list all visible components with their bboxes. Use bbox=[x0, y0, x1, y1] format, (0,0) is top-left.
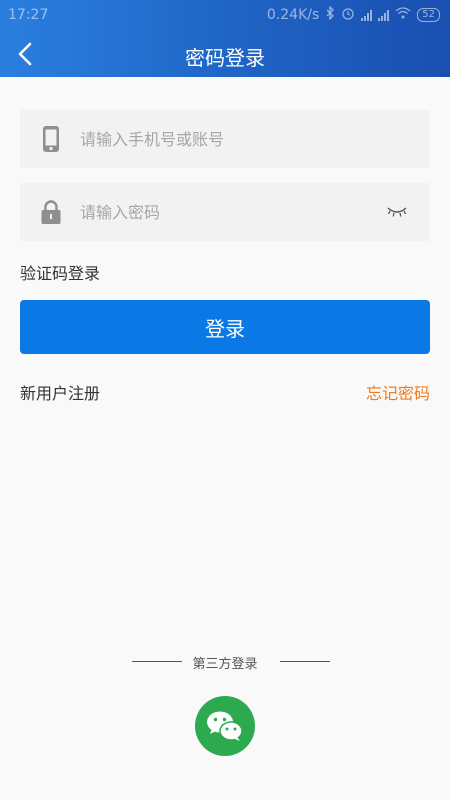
account-input[interactable] bbox=[80, 124, 380, 154]
signal-icon-1 bbox=[361, 9, 373, 21]
eye-closed-icon[interactable] bbox=[386, 205, 408, 219]
sms-login-link[interactable]: 验证码登录 bbox=[20, 260, 100, 284]
lock-icon bbox=[41, 200, 61, 224]
status-indicators: 0.24K/s 52 bbox=[266, 5, 440, 24]
wifi-icon bbox=[395, 7, 411, 23]
third-party-label: 第三方登录 bbox=[192, 657, 258, 672]
signal-icon-2 bbox=[378, 9, 390, 21]
wechat-icon bbox=[195, 696, 255, 756]
wechat-login-button[interactable] bbox=[195, 696, 255, 756]
login-button[interactable]: 登录 bbox=[20, 300, 430, 354]
account-field[interactable] bbox=[20, 110, 430, 168]
register-link[interactable]: 新用户注册 bbox=[20, 380, 100, 404]
password-input[interactable] bbox=[80, 197, 380, 227]
page-title: 密码登录 bbox=[185, 46, 265, 70]
bluetooth-icon bbox=[325, 5, 335, 24]
app-header: 密码登录 bbox=[0, 32, 450, 77]
status-bar: 17:27 0.24K/s 52 bbox=[0, 0, 450, 32]
third-party-divider: 第三方登录 bbox=[0, 651, 450, 672]
alarm-icon bbox=[341, 6, 355, 24]
status-time: 17:27 bbox=[8, 7, 49, 23]
network-speed: 0.24K/s bbox=[266, 7, 320, 23]
phone-icon bbox=[43, 126, 59, 152]
password-field[interactable] bbox=[20, 183, 430, 241]
battery-indicator: 52 bbox=[417, 8, 440, 22]
forgot-password-link[interactable]: 忘记密码 bbox=[366, 380, 430, 404]
divider-line-right bbox=[280, 661, 330, 662]
